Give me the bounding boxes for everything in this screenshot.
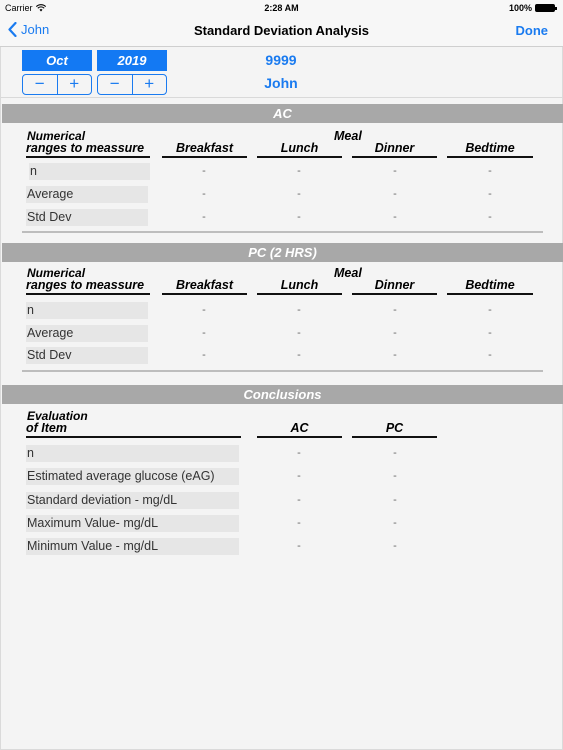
ac-section-divider <box>22 231 543 233</box>
ac-cell: - <box>297 165 301 177</box>
ac-row-label: Std Dev <box>26 209 148 226</box>
ac-col-bedtime: Bedtime <box>447 141 533 158</box>
conclusions-cell: - <box>393 517 397 529</box>
pc-col-lunch: Lunch <box>257 278 342 295</box>
month-stepper: − + <box>22 74 92 95</box>
conclusions-cell: - <box>297 517 301 529</box>
ac-cell: - <box>202 188 206 200</box>
conclusions-row-label: Minimum Value - mg/dL <box>26 538 239 555</box>
ac-cell: - <box>488 211 492 223</box>
month-increment-button[interactable]: + <box>56 75 92 94</box>
conclusions-cell: - <box>297 447 301 459</box>
patient-name: John <box>264 75 298 91</box>
pc-cell: - <box>393 327 397 339</box>
battery-percent: 100% <box>508 3 532 13</box>
status-bar: Carrier 2:28 AM 100% <box>0 0 563 16</box>
ac-col-breakfast: Breakfast <box>162 141 247 158</box>
conclusions-cell: - <box>393 470 397 482</box>
ac-cell: - <box>202 211 206 223</box>
month-value: Oct <box>22 50 92 71</box>
ac-cell: - <box>393 211 397 223</box>
pc-cell: - <box>202 349 206 361</box>
pc-cell: - <box>202 327 206 339</box>
conclusions-row-header-line2: of Item <box>26 421 241 438</box>
month-picker: Oct − + <box>22 50 92 95</box>
patient-id: 9999 <box>265 52 297 68</box>
pc-section-divider <box>22 370 543 372</box>
year-stepper: − + <box>97 74 167 95</box>
pc-cell: - <box>488 349 492 361</box>
pc-row-label: Std Dev <box>26 347 148 364</box>
year-picker: 2019 − + <box>97 50 167 95</box>
pc-cell: - <box>297 349 301 361</box>
pc-row-header-line2: ranges to meassure <box>26 278 150 295</box>
content-area: Oct − + 2019 − + 9999 John AC Numerical … <box>0 47 563 750</box>
conclusions-section-title: Conclusions <box>2 385 563 404</box>
conclusions-cell: - <box>297 494 301 506</box>
battery-group: 100% <box>508 3 557 13</box>
pc-row-label: Average <box>26 325 148 342</box>
conclusions-cell: - <box>297 540 301 552</box>
ac-cell: - <box>393 165 397 177</box>
ac-section-title: AC <box>2 104 563 123</box>
pc-col-bedtime: Bedtime <box>447 278 533 295</box>
pc-section-title: PC (2 HRS) <box>2 243 563 262</box>
conclusions-col-pc: PC <box>352 421 437 438</box>
conclusions-col-ac: AC <box>257 421 342 438</box>
ac-col-lunch: Lunch <box>257 141 342 158</box>
conclusions-row-label: n <box>26 445 239 462</box>
conclusions-row-label: Estimated average glucose (eAG) <box>26 468 239 485</box>
ac-cell: - <box>202 165 206 177</box>
year-decrement-button[interactable]: − <box>98 75 132 94</box>
ac-col-dinner: Dinner <box>352 141 437 158</box>
conclusions-cell: - <box>393 540 397 552</box>
pc-cell: - <box>297 327 301 339</box>
year-increment-button[interactable]: + <box>131 75 167 94</box>
ac-cell: - <box>393 188 397 200</box>
ac-row-label: n <box>29 163 150 180</box>
done-button[interactable]: Done <box>516 23 549 38</box>
conclusions-row-label: Standard deviation - mg/dL <box>26 492 239 509</box>
month-decrement-button[interactable]: − <box>23 75 57 94</box>
header-divider <box>1 97 563 98</box>
battery-icon <box>535 4 557 12</box>
conclusions-cell: - <box>393 447 397 459</box>
ac-cell: - <box>488 188 492 200</box>
conclusions-cell: - <box>393 494 397 506</box>
conclusions-cell: - <box>297 470 301 482</box>
ac-cell: - <box>297 188 301 200</box>
pc-cell: - <box>393 304 397 316</box>
conclusions-row-label: Maximum Value- mg/dL <box>26 515 239 532</box>
pc-row-label: n <box>26 302 148 319</box>
ac-row-label: Average <box>26 186 148 203</box>
page-title: Standard Deviation Analysis <box>193 23 370 38</box>
ac-row-header-line2: ranges to meassure <box>26 141 150 158</box>
ac-cell: - <box>488 165 492 177</box>
pc-cell: - <box>297 304 301 316</box>
pc-cell: - <box>393 349 397 361</box>
pc-cell: - <box>202 304 206 316</box>
pc-cell: - <box>488 304 492 316</box>
ac-cell: - <box>297 211 301 223</box>
year-value: 2019 <box>97 50 167 71</box>
pc-col-breakfast: Breakfast <box>162 278 247 295</box>
status-time: 2:28 AM <box>264 3 299 13</box>
navigation-bar: John Standard Deviation Analysis Done <box>0 16 563 47</box>
pc-col-dinner: Dinner <box>352 278 437 295</box>
pc-cell: - <box>488 327 492 339</box>
